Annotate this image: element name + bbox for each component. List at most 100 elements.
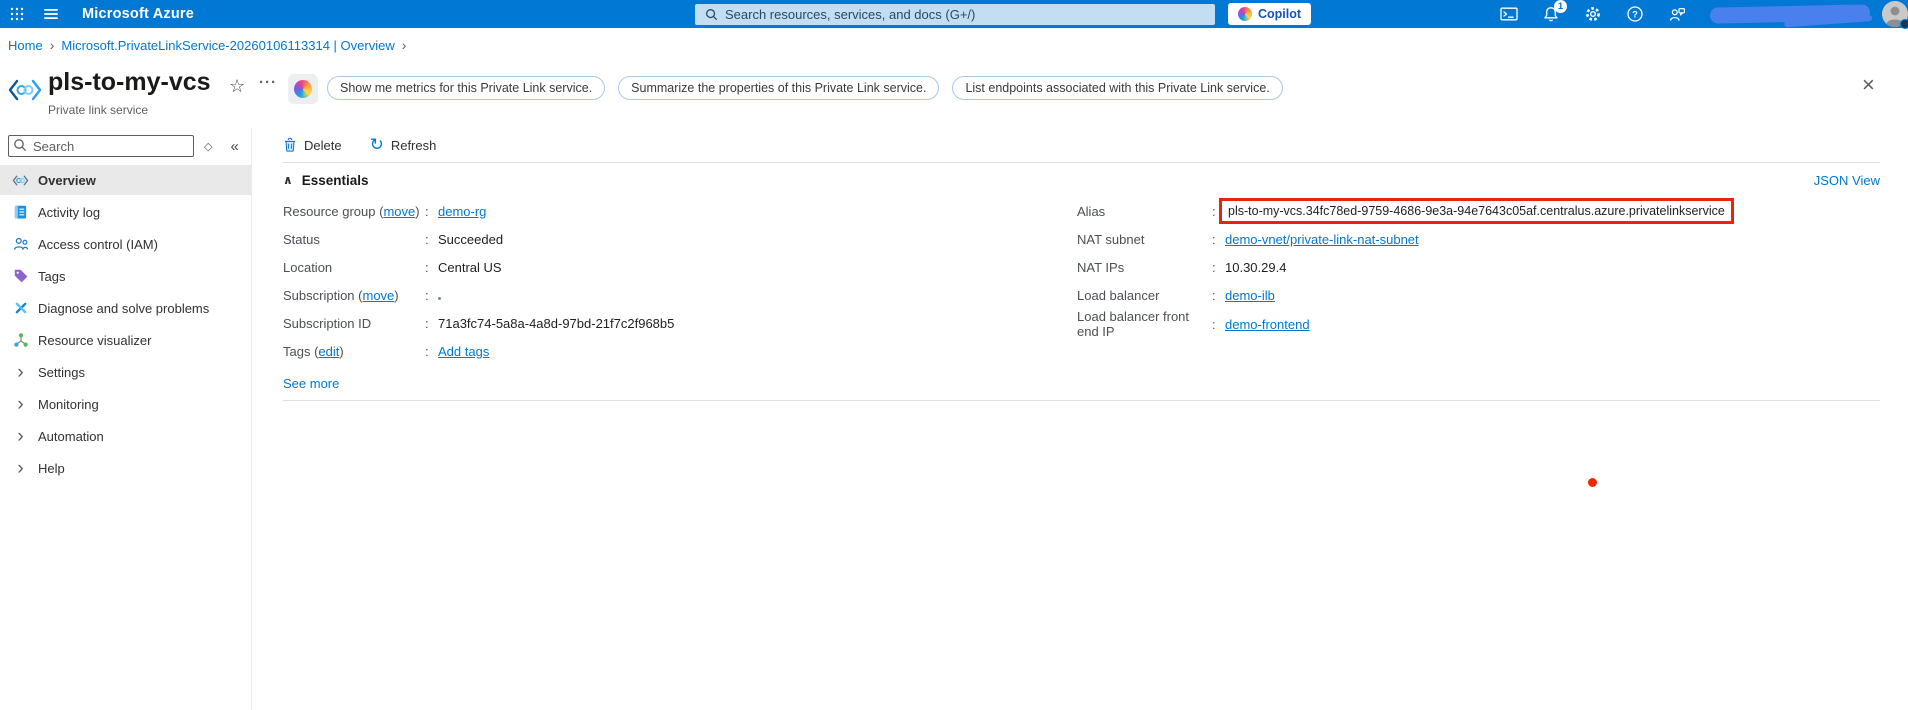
favorite-star-icon[interactable]: ☆ <box>229 76 245 97</box>
annotation-red-dot <box>1588 478 1597 487</box>
lock-badge-icon <box>1900 19 1908 29</box>
top-bar: Microsoft Azure Copilot <box>0 0 1908 29</box>
sidebar-item-label: Tags <box>38 268 66 284</box>
notification-count-badge: 1 <box>1554 0 1567 13</box>
sidebar-item-tags[interactable]: Tags <box>0 261 251 291</box>
global-search-bar[interactable] <box>695 4 1215 25</box>
essentials-row-subscription: Subscription (move) <box>283 281 1077 309</box>
see-more-link[interactable]: See more <box>283 376 339 391</box>
breadcrumb-separator-icon: › <box>401 37 407 53</box>
svg-text:?: ? <box>1632 9 1638 20</box>
essentials-row-load-balancer: Load balancer demo-ilb <box>1077 281 1880 309</box>
essentials-row-status: Status Succeeded <box>283 225 1077 253</box>
hamburger-menu-icon[interactable] <box>34 0 68 28</box>
sidebar-group-automation[interactable]: › Automation <box>0 421 251 451</box>
sidebar-item-label: Help <box>38 460 65 476</box>
sidebar-item-label: Access control (IAM) <box>38 236 158 252</box>
essentials-row-location: Location Central US <box>283 253 1077 281</box>
copilot-icon <box>1238 7 1252 21</box>
overview-content: Delete ↻ Refresh ∧ Essentials JSON View … <box>252 128 1908 710</box>
tags-icon <box>12 268 29 285</box>
copilot-chip-metrics[interactable]: Show me metrics for this Private Link se… <box>327 76 606 100</box>
location-value: Central US <box>438 259 502 275</box>
copilot-suggestions-button[interactable] <box>288 74 318 104</box>
sidebar-item-resource-visualizer[interactable]: Resource visualizer <box>0 325 251 355</box>
sidebar-item-activity-log[interactable]: Activity log <box>0 197 251 227</box>
chevron-right-icon: › <box>17 457 24 479</box>
sidebar-item-label: Automation <box>38 428 104 444</box>
sidebar-group-monitoring[interactable]: › Monitoring <box>0 389 251 419</box>
collapse-essentials-icon[interactable]: ∧ <box>283 173 293 187</box>
sidebar-item-label: Settings <box>38 364 85 380</box>
delete-button[interactable]: Delete <box>283 137 342 153</box>
subscription-value-dot <box>438 297 441 300</box>
sidebar-search-input[interactable] <box>8 135 194 157</box>
help-icon[interactable]: ? <box>1626 5 1644 23</box>
json-view-link[interactable]: JSON View <box>1814 173 1880 188</box>
redacted-account-info <box>1709 4 1871 24</box>
chevron-right-icon: › <box>17 361 24 383</box>
sidebar-item-label: Diagnose and solve problems <box>38 300 210 316</box>
sidebar-item-label: Overview <box>38 172 96 188</box>
essentials-row-alias: Alias pls-to-my-vcs.34fc78ed-9759-4686-9… <box>1077 197 1880 225</box>
sidebar-item-access-control[interactable]: Access control (IAM) <box>0 229 251 259</box>
search-icon <box>14 139 27 152</box>
sidebar-item-label: Monitoring <box>38 396 99 412</box>
cloud-shell-icon[interactable] <box>1500 5 1518 23</box>
sidebar-item-label: Activity log <box>38 204 101 220</box>
diagnose-and-solve-icon <box>12 300 29 317</box>
breadcrumb-separator-icon: › <box>49 37 55 53</box>
app-launcher-icon[interactable] <box>0 0 34 28</box>
feedback-icon[interactable] <box>1668 5 1686 23</box>
essentials-row-nat-ips: NAT IPs 10.30.29.4 <box>1077 253 1880 281</box>
lb-frontend-link[interactable]: demo-frontend <box>1225 317 1310 332</box>
subscription-id-value: 71a3fc74-5a8a-4a8d-97bd-21f7c2f968b5 <box>438 315 675 331</box>
access-control-icon <box>12 236 29 253</box>
essentials-row-resource-group: Resource group (move) demo-rg <box>283 197 1077 225</box>
sidebar-item-overview[interactable]: Overview <box>0 165 251 195</box>
add-tags-link[interactable]: Add tags <box>438 344 489 359</box>
resource-menu-sidebar: ◇ « Overview <box>0 128 252 710</box>
sidebar-group-help[interactable]: › Help <box>0 453 251 483</box>
chevron-right-icon: › <box>17 425 24 447</box>
azure-portal-page: Microsoft Azure Copilot <box>0 0 1908 710</box>
refresh-button[interactable]: ↻ Refresh <box>369 135 437 155</box>
copilot-suggestion-chips: Show me metrics for this Private Link se… <box>327 76 1283 100</box>
overview-icon <box>12 172 29 189</box>
notifications-bell-icon[interactable]: 1 <box>1542 0 1567 23</box>
more-options-icon[interactable]: ··· <box>259 74 277 91</box>
settings-gear-icon[interactable] <box>1584 5 1602 23</box>
sidebar-item-label: Resource visualizer <box>38 332 152 348</box>
essentials-row-subscription-id: Subscription ID 71a3fc74-5a8a-4a8d-97bd-… <box>283 309 1077 337</box>
essentials-heading: Essentials <box>301 172 369 188</box>
resource-visualizer-icon <box>12 332 29 349</box>
collapse-menu-icon[interactable]: « <box>230 138 238 155</box>
trash-icon <box>284 137 296 152</box>
refresh-icon: ↻ <box>369 135 384 155</box>
avatar[interactable] <box>1882 1 1908 29</box>
move-link[interactable]: move <box>362 288 394 303</box>
resource-type-subtitle: Private link service <box>48 103 149 117</box>
sort-icon[interactable]: ◇ <box>204 140 212 153</box>
move-link[interactable]: move <box>383 204 415 219</box>
private-link-service-icon <box>7 76 43 107</box>
chevron-right-icon: › <box>17 393 24 415</box>
copilot-chip-summarize[interactable]: Summarize the properties of this Private… <box>618 76 940 100</box>
global-search-input[interactable] <box>725 7 1215 22</box>
nat-subnet-link[interactable]: demo-vnet/private-link-nat-subnet <box>1225 232 1419 247</box>
resource-group-link[interactable]: demo-rg <box>438 204 486 219</box>
sidebar-group-settings[interactable]: › Settings <box>0 357 251 387</box>
copilot-icon <box>294 80 312 98</box>
copilot-button[interactable]: Copilot <box>1228 3 1312 25</box>
copilot-chip-endpoints[interactable]: List endpoints associated with this Priv… <box>952 76 1283 100</box>
load-balancer-link[interactable]: demo-ilb <box>1225 288 1275 303</box>
nat-ips-value: 10.30.29.4 <box>1225 259 1287 275</box>
breadcrumb-resource-link[interactable]: Microsoft.PrivateLinkService-20260106113… <box>61 38 394 53</box>
brand-title: Microsoft Azure <box>82 6 195 22</box>
close-blade-icon[interactable]: × <box>1862 74 1875 96</box>
essentials-row-tags: Tags (edit) Add tags <box>283 337 1077 365</box>
command-bar: Delete ↻ Refresh <box>283 128 1880 162</box>
sidebar-item-diagnose[interactable]: Diagnose and solve problems <box>0 293 251 323</box>
breadcrumb-home-link[interactable]: Home <box>8 38 43 53</box>
edit-tags-link[interactable]: edit <box>318 344 339 359</box>
